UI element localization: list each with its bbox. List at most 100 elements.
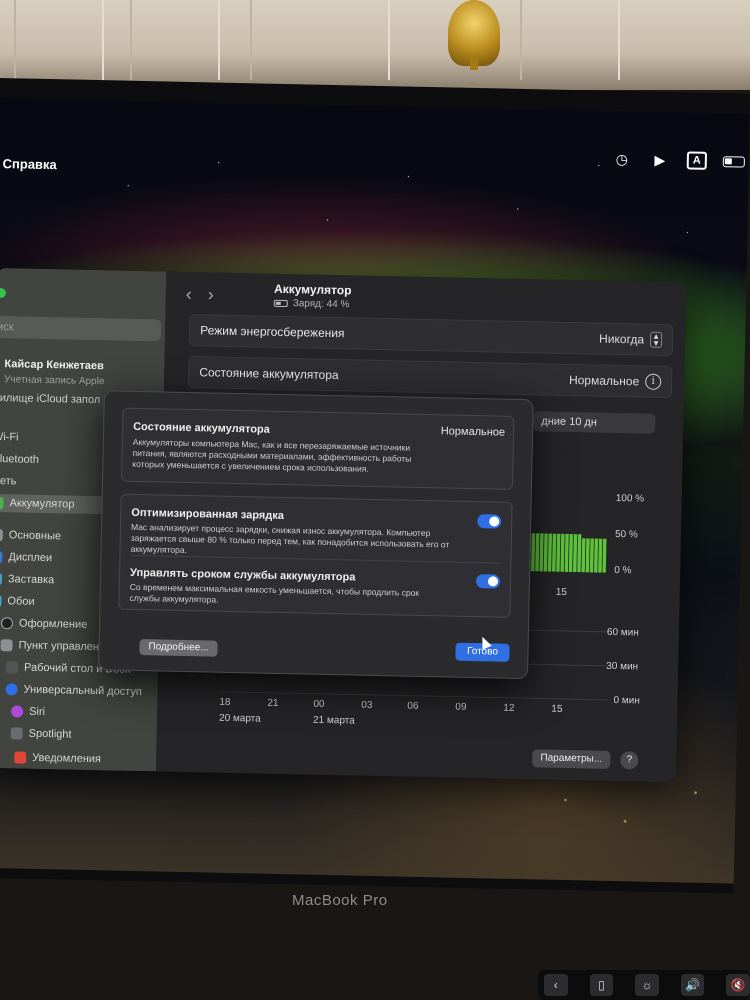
sidebar-item-general[interactable]: Основные bbox=[0, 526, 61, 545]
battery-health-label: Состояние аккумулятора bbox=[199, 365, 339, 383]
sidebar-item-spotlight[interactable]: Spotlight bbox=[10, 724, 72, 743]
x-tick: 03 bbox=[361, 699, 373, 711]
menu-help[interactable]: Справка bbox=[2, 156, 56, 172]
level-bar bbox=[577, 534, 582, 573]
level-bar bbox=[552, 533, 557, 572]
level-bar bbox=[543, 533, 548, 572]
info-icon[interactable]: i bbox=[645, 373, 662, 390]
icloud-storage-note[interactable]: нилище iCloud запол bbox=[0, 392, 100, 406]
sidebar-item-siri[interactable]: Siri bbox=[11, 702, 45, 721]
level-axis-label: 0 % bbox=[614, 564, 632, 577]
search-input[interactable]: иск bbox=[0, 315, 162, 342]
notifications-icon bbox=[14, 751, 27, 764]
usage-axis-label: 30 мин bbox=[606, 660, 639, 673]
touch-bar: ‹ ▯ ☼ 🔊 🔇 bbox=[538, 970, 750, 1000]
options-button[interactable]: Параметры... bbox=[532, 749, 611, 769]
device-brand-label: MacBook Pro bbox=[292, 892, 388, 909]
sidebar-item-label: Пункт управления bbox=[18, 639, 112, 654]
level-bar bbox=[547, 533, 552, 572]
sidebar-item-appearance[interactable]: Оформление bbox=[0, 614, 88, 634]
siri-icon bbox=[11, 705, 24, 718]
sidebar-item-displays[interactable]: Дисплеи bbox=[0, 548, 52, 567]
help-button[interactable]: ? bbox=[620, 751, 639, 770]
sidebar-item-bluetooth[interactable]: Bluetooth bbox=[0, 450, 39, 469]
level-bar bbox=[589, 538, 594, 573]
screensaver-icon bbox=[0, 572, 3, 586]
back-icon[interactable]: ‹ bbox=[186, 284, 192, 305]
gold-ornament bbox=[448, 0, 500, 70]
accessibility-icon bbox=[5, 683, 18, 696]
level-bar bbox=[539, 533, 544, 572]
battery-level-icon bbox=[273, 299, 288, 308]
sidebar-item-label: Уведомления bbox=[32, 751, 102, 766]
charge-status: Заряд: 44 % bbox=[273, 298, 350, 311]
status-value: Нормальное bbox=[440, 425, 506, 439]
account-subtitle: Учетная запись Apple bbox=[3, 374, 105, 388]
wall-background bbox=[0, 0, 750, 90]
level-axis-label: 50 % bbox=[614, 528, 638, 541]
sidebar-item-label: Заставка bbox=[7, 573, 55, 587]
brightness-icon[interactable]: ☼ bbox=[635, 974, 659, 996]
x-tick: 18 bbox=[219, 696, 231, 708]
level-bar bbox=[598, 538, 603, 573]
control-center-icon bbox=[0, 639, 13, 652]
optimized-charging-option: Оптимизированная зарядка Mac анализирует… bbox=[130, 507, 502, 563]
level-bar bbox=[531, 533, 536, 572]
low-power-value: Никогда bbox=[598, 331, 645, 347]
learn-more-button[interactable]: Подробнее... bbox=[139, 639, 218, 657]
level-bar bbox=[568, 534, 573, 573]
level-bar bbox=[535, 533, 540, 572]
sidebar-item-network[interactable]: Сеть bbox=[0, 472, 17, 491]
play-icon[interactable]: ▶ bbox=[649, 150, 671, 170]
sidebar-item-label: Аккумулятор bbox=[9, 497, 75, 511]
battery-icon[interactable] bbox=[722, 155, 745, 168]
input-a-icon[interactable]: A bbox=[686, 151, 708, 170]
clock-badge-icon[interactable]: ◷ bbox=[611, 149, 633, 169]
chevron-left-icon[interactable]: ‹ bbox=[544, 974, 568, 996]
wall-panel bbox=[130, 0, 220, 80]
wallpaper-icon bbox=[0, 594, 2, 608]
sidebar-item-wallpaper[interactable]: Обои bbox=[0, 592, 35, 611]
sidebar-item-label: Универсальный доступ bbox=[23, 683, 142, 699]
forward-icon[interactable]: › bbox=[208, 284, 214, 305]
sidebar-item-label: Основные bbox=[8, 529, 62, 543]
sidebar-item-wifi[interactable]: Wi-Fi bbox=[0, 428, 19, 447]
mute-icon[interactable]: 🔇 bbox=[726, 974, 750, 996]
usage-axis-label: 60 мин bbox=[606, 626, 639, 639]
sidebar-item-label: Wi-Fi bbox=[0, 430, 19, 444]
volume-icon[interactable]: 🔊 bbox=[680, 974, 705, 996]
charge-label: Заряд: 44 % bbox=[292, 298, 350, 311]
battery-lifespan-toggle[interactable] bbox=[475, 574, 501, 589]
menubar-status-area: ◷ ▶ A bbox=[611, 149, 745, 172]
level-bar bbox=[560, 533, 565, 572]
gear-icon bbox=[0, 528, 3, 542]
sidebar-item-label: Spotlight bbox=[28, 727, 72, 741]
level-bar bbox=[593, 538, 599, 573]
sidebar-item-accessibility[interactable]: Универсальный доступ bbox=[5, 680, 142, 701]
level-bar bbox=[581, 538, 586, 573]
status-title: Состояние аккумулятора bbox=[133, 420, 270, 436]
level-axis-label: 100 % bbox=[615, 492, 645, 505]
options-card: Оптимизированная зарядка Mac анализирует… bbox=[118, 493, 513, 618]
sidebar-item-label: Оформление bbox=[18, 617, 88, 631]
spotlight-icon bbox=[10, 727, 23, 740]
x-tick: 21 bbox=[267, 697, 279, 709]
x-tick: 00 bbox=[313, 698, 325, 710]
sidebar-item-screensaver[interactable]: Заставка bbox=[0, 570, 54, 589]
level-bar bbox=[564, 533, 569, 572]
low-power-select[interactable]: Никогда ▲ ▼ bbox=[598, 331, 663, 348]
window-zoom-button[interactable] bbox=[0, 287, 7, 299]
wall-panel bbox=[250, 0, 390, 80]
sidebar-item-control-center[interactable]: Пункт управления bbox=[0, 636, 111, 656]
sidebar-item-notifications[interactable]: Уведомления bbox=[14, 750, 101, 766]
level-bar bbox=[602, 538, 607, 573]
keyboard-brightness-icon[interactable]: ▯ bbox=[589, 974, 614, 996]
usage-axis-label: 0 мин bbox=[613, 694, 640, 707]
range-segment-10-days[interactable]: дние 10 дн bbox=[533, 411, 656, 434]
level-bar bbox=[556, 533, 561, 572]
x-tick: 15 bbox=[551, 703, 563, 715]
sidebar-item-label: Siri bbox=[29, 705, 46, 719]
x-tick: 09 bbox=[455, 701, 467, 713]
sidebar-item-label: Сеть bbox=[0, 474, 17, 488]
optimized-charging-toggle[interactable] bbox=[477, 514, 502, 529]
